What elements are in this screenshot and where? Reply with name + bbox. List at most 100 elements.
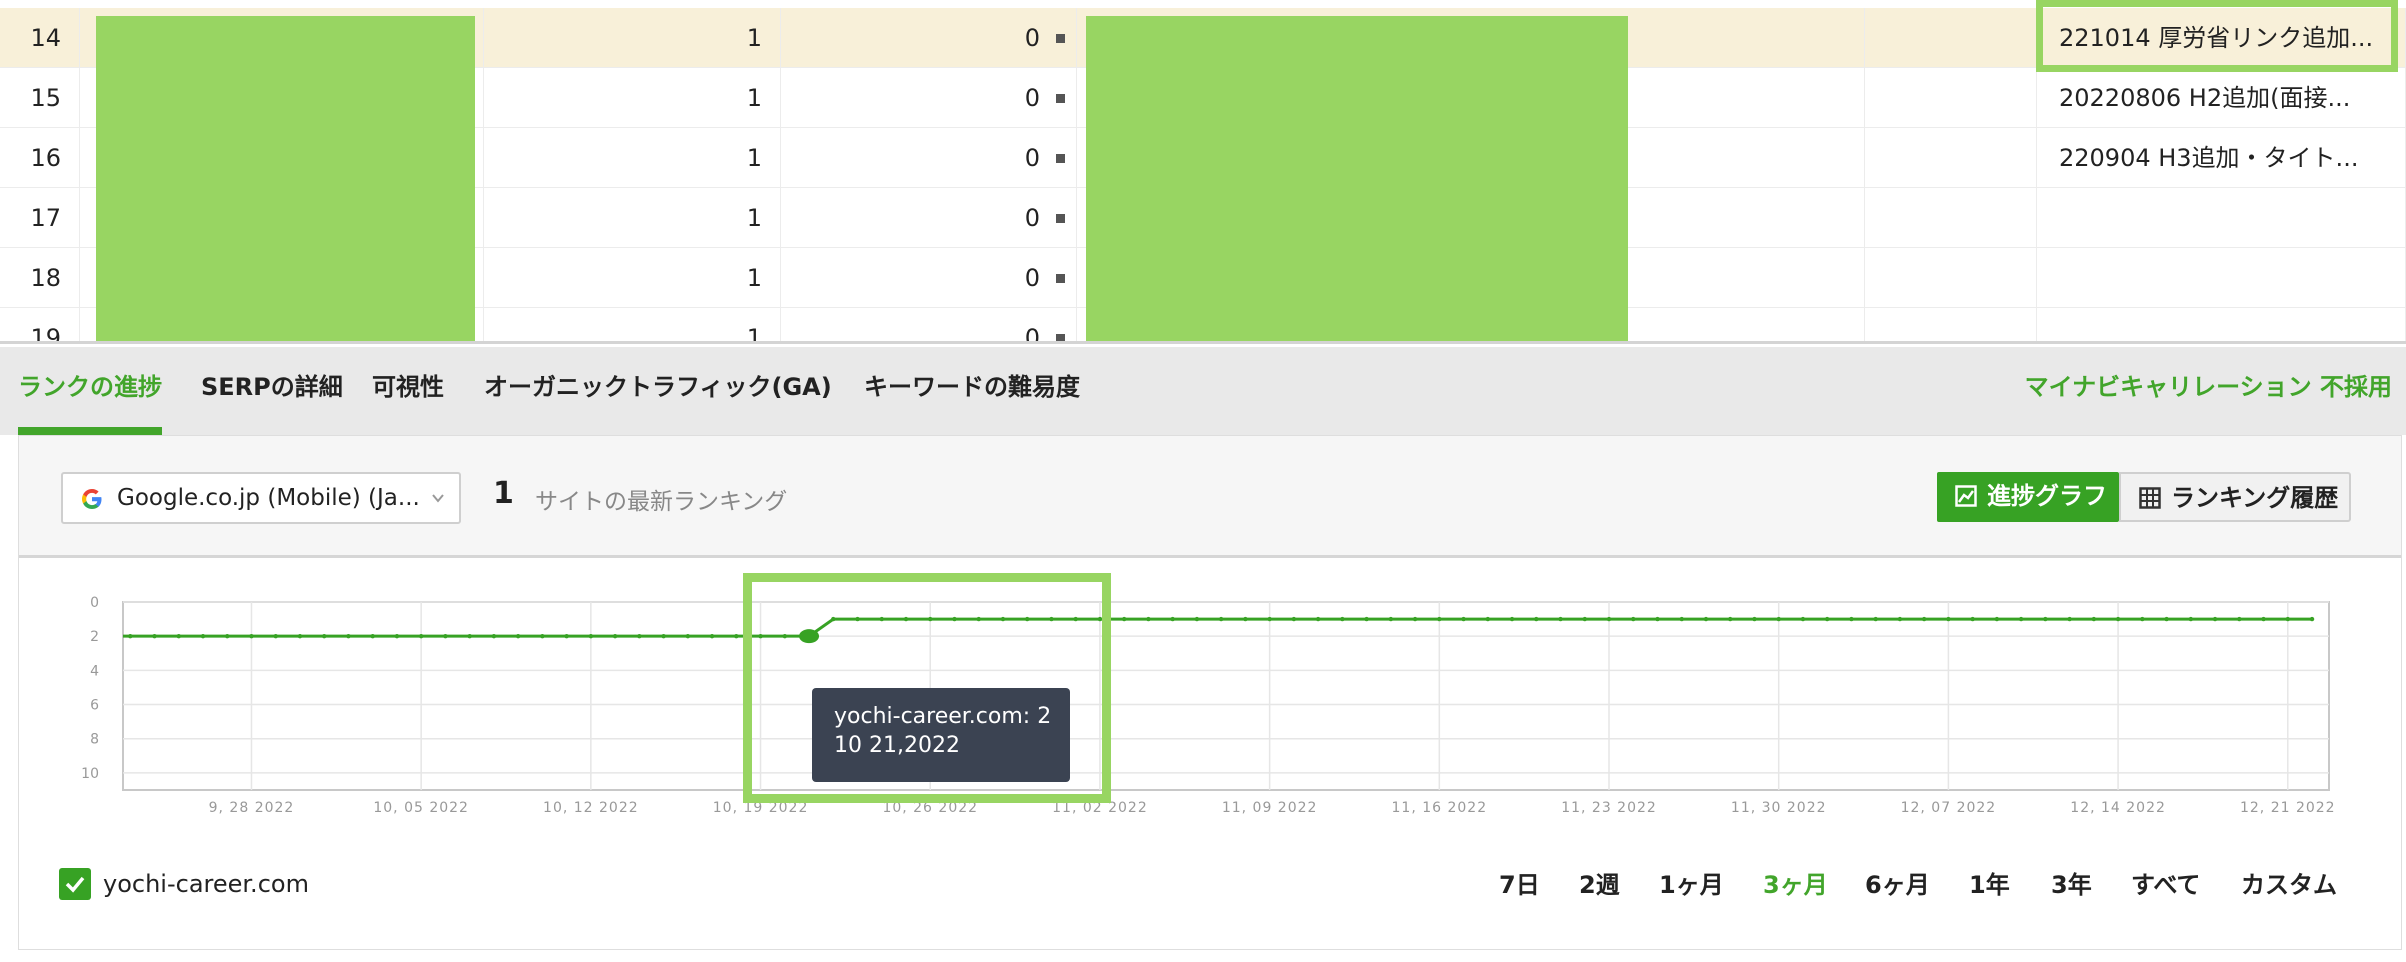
data-point[interactable] bbox=[225, 633, 230, 639]
tab-rank-progress[interactable]: ランクの進捗 bbox=[18, 347, 162, 435]
range-2-weeks[interactable]: 2週 bbox=[1579, 868, 1620, 902]
data-point[interactable] bbox=[1849, 616, 1854, 622]
memo-cell[interactable]: 20220806 H2追加(面接... bbox=[2037, 68, 2406, 128]
data-point[interactable] bbox=[1000, 616, 1006, 622]
data-point[interactable] bbox=[879, 616, 884, 622]
data-point[interactable] bbox=[928, 616, 933, 622]
data-point[interactable] bbox=[200, 633, 206, 639]
data-point[interactable] bbox=[1485, 616, 1491, 622]
data-point[interactable] bbox=[952, 616, 957, 622]
data-point[interactable] bbox=[370, 633, 375, 639]
data-point[interactable] bbox=[467, 633, 472, 639]
data-point[interactable] bbox=[297, 633, 303, 639]
ranking-history-button[interactable]: ランキング履歴 bbox=[2119, 472, 2351, 522]
data-point[interactable] bbox=[2285, 616, 2290, 622]
data-point[interactable] bbox=[2043, 616, 2048, 622]
data-point[interactable] bbox=[1364, 616, 1369, 622]
data-point[interactable] bbox=[1921, 616, 1927, 622]
memo-cell[interactable] bbox=[2037, 248, 2406, 308]
data-point[interactable] bbox=[2067, 616, 2072, 622]
data-point[interactable] bbox=[515, 633, 521, 639]
range-custom[interactable]: カスタム bbox=[2241, 868, 2337, 902]
data-point[interactable] bbox=[2237, 616, 2242, 622]
range-1-month[interactable]: 1ヶ月 bbox=[1659, 868, 1724, 902]
data-point[interactable] bbox=[1291, 616, 1297, 622]
data-point[interactable] bbox=[1121, 616, 1127, 622]
data-point[interactable] bbox=[1073, 616, 1078, 622]
range-7-days[interactable]: 7日 bbox=[1499, 868, 1540, 902]
data-point[interactable] bbox=[734, 633, 739, 639]
memo-cell[interactable]: 220904 H3追加・タイト... bbox=[2037, 128, 2406, 188]
data-point[interactable] bbox=[1025, 616, 1030, 622]
data-point[interactable] bbox=[1631, 616, 1636, 622]
data-point[interactable] bbox=[1097, 616, 1103, 622]
range-all[interactable]: すべて bbox=[2131, 868, 2200, 902]
data-point[interactable] bbox=[152, 633, 157, 639]
data-point[interactable] bbox=[2188, 616, 2194, 622]
data-point[interactable] bbox=[903, 616, 909, 622]
tab-organic-traffic[interactable]: オーガニックトラフィック(GA) bbox=[484, 347, 832, 435]
data-point[interactable] bbox=[346, 633, 351, 639]
data-point[interactable] bbox=[1946, 616, 1951, 622]
data-point[interactable] bbox=[1243, 616, 1248, 622]
progress-graph-button[interactable]: 進捗グラフ bbox=[1937, 472, 2119, 522]
data-point[interactable] bbox=[758, 633, 763, 639]
data-point[interactable] bbox=[1170, 616, 1175, 622]
data-point[interactable] bbox=[491, 633, 497, 639]
data-point[interactable] bbox=[588, 633, 594, 639]
highlighted-point[interactable] bbox=[799, 629, 820, 644]
data-point[interactable] bbox=[709, 633, 715, 639]
data-point[interactable] bbox=[1776, 616, 1781, 622]
data-point[interactable] bbox=[249, 633, 254, 639]
data-point[interactable] bbox=[1194, 616, 1200, 622]
data-point[interactable] bbox=[1606, 616, 1612, 622]
data-point[interactable] bbox=[1146, 616, 1151, 622]
data-point[interactable] bbox=[1340, 616, 1345, 622]
data-point[interactable] bbox=[564, 633, 569, 639]
data-point[interactable] bbox=[1752, 616, 1757, 622]
data-point[interactable] bbox=[2140, 616, 2145, 622]
rank-progress-chart[interactable]: 0 2 4 6 8 10 9, 28 2022 10, 05 2022 10, 12 2022… bbox=[19, 560, 2403, 830]
data-point[interactable] bbox=[2212, 616, 2218, 622]
data-point[interactable] bbox=[1873, 616, 1878, 622]
data-point[interactable] bbox=[1970, 616, 1975, 622]
keyword-tag-label[interactable]: マイナビキャリレーション 不採用 bbox=[2025, 347, 2392, 435]
tab-visibility[interactable]: 可視性 bbox=[372, 347, 444, 435]
data-point[interactable] bbox=[443, 633, 448, 639]
data-point[interactable] bbox=[322, 633, 327, 639]
data-point[interactable] bbox=[1218, 616, 1224, 622]
data-point[interactable] bbox=[1703, 616, 1709, 622]
data-point[interactable] bbox=[1267, 616, 1272, 622]
data-point[interactable] bbox=[273, 633, 278, 639]
data-point[interactable] bbox=[2018, 616, 2024, 622]
data-point[interactable] bbox=[1049, 616, 1054, 622]
data-point[interactable] bbox=[637, 633, 642, 639]
data-point[interactable] bbox=[1461, 616, 1466, 622]
memo-cell[interactable] bbox=[2037, 308, 2406, 341]
data-point[interactable] bbox=[1509, 616, 1515, 622]
data-point[interactable] bbox=[1679, 616, 1684, 622]
range-6-months[interactable]: 6ヶ月 bbox=[1865, 868, 1930, 902]
data-point[interactable] bbox=[2091, 616, 2097, 622]
data-point[interactable] bbox=[1534, 616, 1539, 622]
data-point[interactable] bbox=[1582, 616, 1587, 622]
data-point[interactable] bbox=[1800, 616, 1806, 622]
data-point[interactable] bbox=[176, 633, 181, 639]
data-point[interactable] bbox=[685, 633, 691, 639]
data-point[interactable] bbox=[540, 633, 545, 639]
data-point[interactable] bbox=[394, 633, 400, 639]
data-point[interactable] bbox=[2164, 616, 2169, 622]
search-engine-select[interactable]: Google.co.jp (Mobile) (Ja... bbox=[61, 472, 461, 524]
data-point[interactable] bbox=[1728, 616, 1733, 622]
data-point[interactable] bbox=[2115, 616, 2121, 622]
data-point[interactable] bbox=[976, 616, 981, 622]
data-point[interactable] bbox=[855, 616, 860, 622]
tab-serp-details[interactable]: SERPの詳細 bbox=[201, 347, 343, 435]
data-point[interactable] bbox=[1655, 616, 1660, 622]
data-point[interactable] bbox=[1437, 616, 1442, 622]
data-point[interactable] bbox=[661, 633, 666, 639]
range-3-months[interactable]: 3ヶ月 bbox=[1763, 868, 1828, 902]
data-point[interactable] bbox=[1412, 616, 1418, 622]
data-point[interactable] bbox=[128, 633, 133, 639]
data-point[interactable] bbox=[1315, 616, 1321, 622]
